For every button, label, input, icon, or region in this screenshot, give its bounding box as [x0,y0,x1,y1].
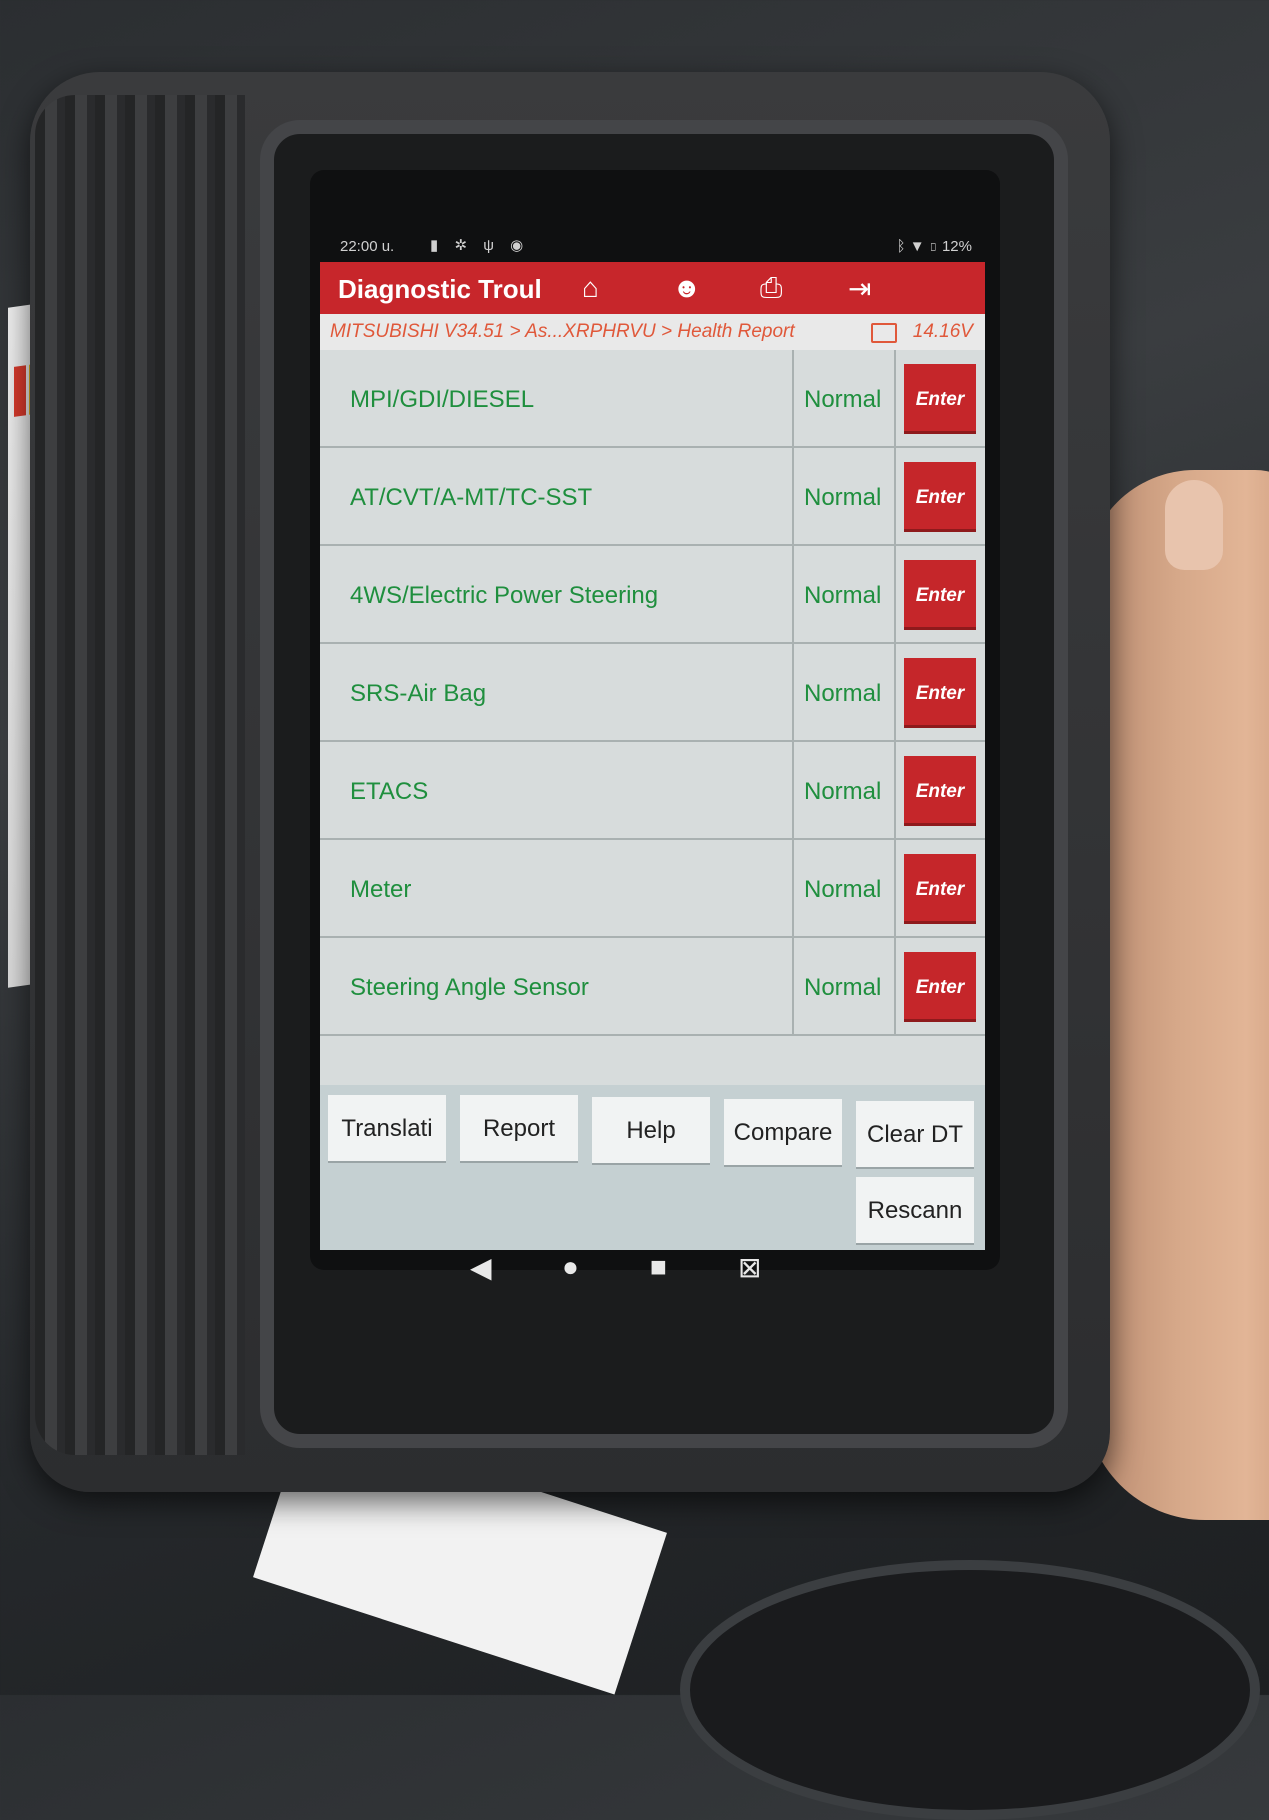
print-icon[interactable]: ⎙ [760,272,782,305]
status-cell: Normal [792,448,896,544]
status-cell: Normal [792,938,896,1034]
status-cell: Normal [792,742,896,838]
system-status: Normal [804,974,882,1001]
hand [1085,470,1269,1520]
enter-button[interactable]: Enter [904,854,976,924]
clear-dtc-button[interactable]: Clear DT [856,1101,974,1167]
system-status: Normal [804,386,882,413]
tablet-grip [35,95,245,1455]
battery-saver-icon: ▮ [430,237,445,254]
status-cell: Normal [792,350,896,446]
help-button[interactable]: Help [592,1097,710,1163]
rescan-button[interactable]: Rescann [856,1177,974,1243]
breadcrumb-path: MITSUBISHI V34.51 > As...XRPHRVU > Healt… [330,321,795,342]
thumb-nail [1165,480,1223,570]
screenshot-icon[interactable]: ⊠ [738,1251,761,1284]
enter-button[interactable]: Enter [904,756,976,826]
tablet-screen: 22:00 u. ▮ ✲ ψ ◉ ᛒ ▼ ▯ 12% Diagnostic Tr… [310,170,1000,1270]
battery-percent: 12% [941,238,972,255]
translate-button[interactable]: Translati [328,1095,446,1161]
user-icon[interactable]: ☻ [672,272,701,304]
compare-button[interactable]: Compare [724,1099,842,1165]
enter-button[interactable]: Enter [904,560,976,630]
battery-icon: ▯ [928,238,938,255]
system-name: Steering Angle Sensor [350,974,589,1001]
list-item: Meter Normal Enter [320,840,985,938]
android-nav-bar: ◀ ● ■ ⊠ [470,1245,800,1295]
battery-voltage: 14.16V [912,321,973,342]
status-icons-left: ▮ ✲ ψ ◉ [430,236,529,254]
system-status: Normal [804,876,882,903]
list-item: MPI/GDI/DIESEL Normal Enter [320,350,985,448]
list-item: ETACS Normal Enter [320,742,985,840]
system-status: Normal [804,484,882,511]
bluetooth-icon: ᛒ [896,238,906,255]
status-time: 22:00 u. [340,238,395,255]
health-report-list: MPI/GDI/DIESEL Normal Enter AT/CVT/A-MT/… [320,350,985,1085]
action-bar: Translati Report Help Compare Clear DT R… [320,1085,985,1250]
enter-button[interactable]: Enter [904,658,976,728]
car-battery-icon [871,323,897,343]
app-icon: ◉ [510,237,530,254]
system-status: Normal [804,680,882,707]
list-item: Steering Angle Sensor Normal Enter [320,938,985,1036]
report-button[interactable]: Report [460,1095,578,1161]
status-cell: Normal [792,840,896,936]
system-name: MPI/GDI/DIESEL [350,386,535,413]
system-name: Meter [350,876,412,903]
system-name: ETACS [350,778,429,805]
status-cell: Normal [792,546,896,642]
wifi-icon: ▼ [909,238,925,255]
enter-button[interactable]: Enter [904,952,976,1022]
list-item: 4WS/Electric Power Steering Normal Enter [320,546,985,644]
back-icon[interactable]: ◀ [470,1251,492,1284]
system-name: AT/CVT/A-MT/TC-SST [350,484,593,511]
system-status: Normal [804,778,882,805]
enter-button[interactable]: Enter [904,364,976,434]
enter-button[interactable]: Enter [904,462,976,532]
cup-holder [680,1560,1260,1820]
home-circle-icon[interactable]: ● [562,1251,579,1283]
breadcrumb: MITSUBISHI V34.51 > As...XRPHRVU > Healt… [320,314,985,350]
recents-icon[interactable]: ■ [650,1251,667,1283]
system-name: 4WS/Electric Power Steering [350,582,659,609]
home-icon[interactable]: ⌂ [582,272,599,304]
app-title: Diagnostic Troul [338,274,542,304]
system-status: Normal [804,582,882,609]
status-icons-right: ᛒ ▼ ▯ 12% [897,238,972,255]
status-bar: 22:00 u. ▮ ✲ ψ ◉ ᛒ ▼ ▯ 12% [310,230,1000,262]
system-name: SRS-Air Bag [350,680,487,707]
exit-icon[interactable]: ⇥ [848,272,871,305]
list-item: SRS-Air Bag Normal Enter [320,644,985,742]
usb-icon: ψ [483,237,500,254]
status-cell: Normal [792,644,896,740]
list-item: AT/CVT/A-MT/TC-SST Normal Enter [320,448,985,546]
app-bar: Diagnostic Troul ⌂ ☻ ⎙ ⇥ [320,262,985,314]
settings-icon: ✲ [454,237,474,254]
